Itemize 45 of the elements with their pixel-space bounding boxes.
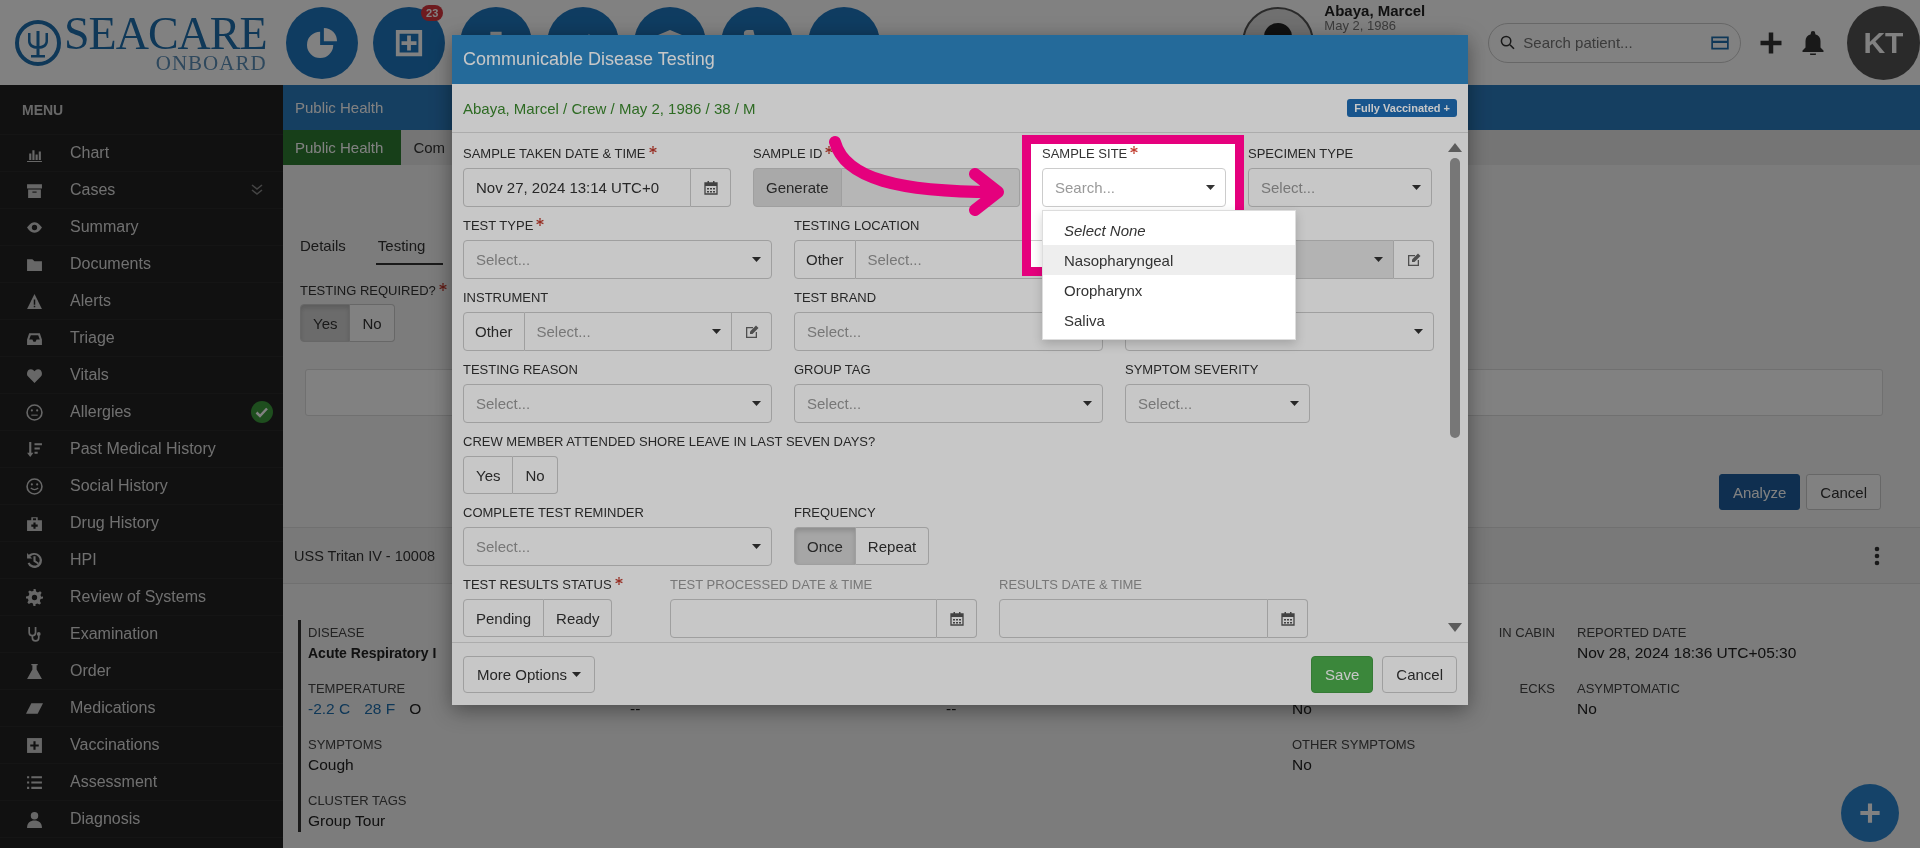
case-title: USS Tritan IV - 10008 [294,547,436,564]
cell-label: SYMPTOMS [308,737,383,752]
cell-value: Acute Respiratory I [308,644,437,663]
notification-badge: 23 [421,4,444,21]
patient-info: Abaya, Marcel / Crew / May 2, 1986 / 38 / M [463,99,756,117]
cell-value: Cough [308,755,354,775]
field-label: FREQUENCY [794,505,876,520]
menu-title: MENU [22,101,64,118]
cell-value: -- [946,699,957,719]
field-label: TESTING REASON [463,362,578,377]
cell-label: ECKS [1519,681,1555,696]
field-label: SPECIMEN TYPE [1248,146,1354,161]
patient-name: Abaya, Marcel [1324,2,1427,19]
page-title: Public Health [295,99,384,116]
cell-label: OTHER SYMPTOMS [1292,737,1416,752]
field-label: GROUP TAG [794,362,871,377]
cell-value: -- [630,699,641,719]
cell-value: O [409,699,422,719]
field-label: SAMPLE TAKEN DATE & TIME [463,146,646,161]
cell-label: REPORTED DATE [1577,625,1687,640]
field-label: TEST TYPE [463,218,534,233]
cell-label: IN CABIN [1498,625,1555,640]
field-label: SAMPLE SITE [1042,146,1128,161]
field-label: CREW MEMBER ATTENDED SHORE LEAVE IN LAST SEVEN DAYS? [463,434,876,449]
dialog-title: Communicable Disease Testing [463,49,715,70]
cell-value: No [1292,755,1312,775]
field-label: TEST BRAND [794,290,877,305]
cell-value: Nov 28, 2024 18:36 UTC+05:30 [1577,643,1797,663]
field-label: SAMPLE ID [753,146,823,161]
cell-value: No [1292,699,1312,719]
field-label: RESULTS DATE & TIME [999,577,1143,592]
field-label: TESTING LOCATION [794,218,920,233]
field-label: SYMPTOM SEVERITY [1125,362,1259,377]
field-label: TESTING REQUIRED? [300,283,436,298]
field-label: COMPLETE TEST REMINDER [463,505,644,520]
field-label: INSTRUMENT [463,290,549,305]
cell-label: DISEASE [308,625,365,640]
cell-value: No [1577,699,1597,719]
cell-label: CLUSTER TAGS [308,793,407,808]
cell-label: ASYMPTOMATIC [1577,681,1680,696]
patient-dob: May 2, 1986 [1324,18,1397,33]
field-label: TEST RESULTS STATUS [463,577,612,592]
cell-label: TEMPERATURE [308,681,406,696]
cell-value: Group Tour [308,811,386,831]
field-label: TEST PROCESSED DATE & TIME [670,577,873,592]
